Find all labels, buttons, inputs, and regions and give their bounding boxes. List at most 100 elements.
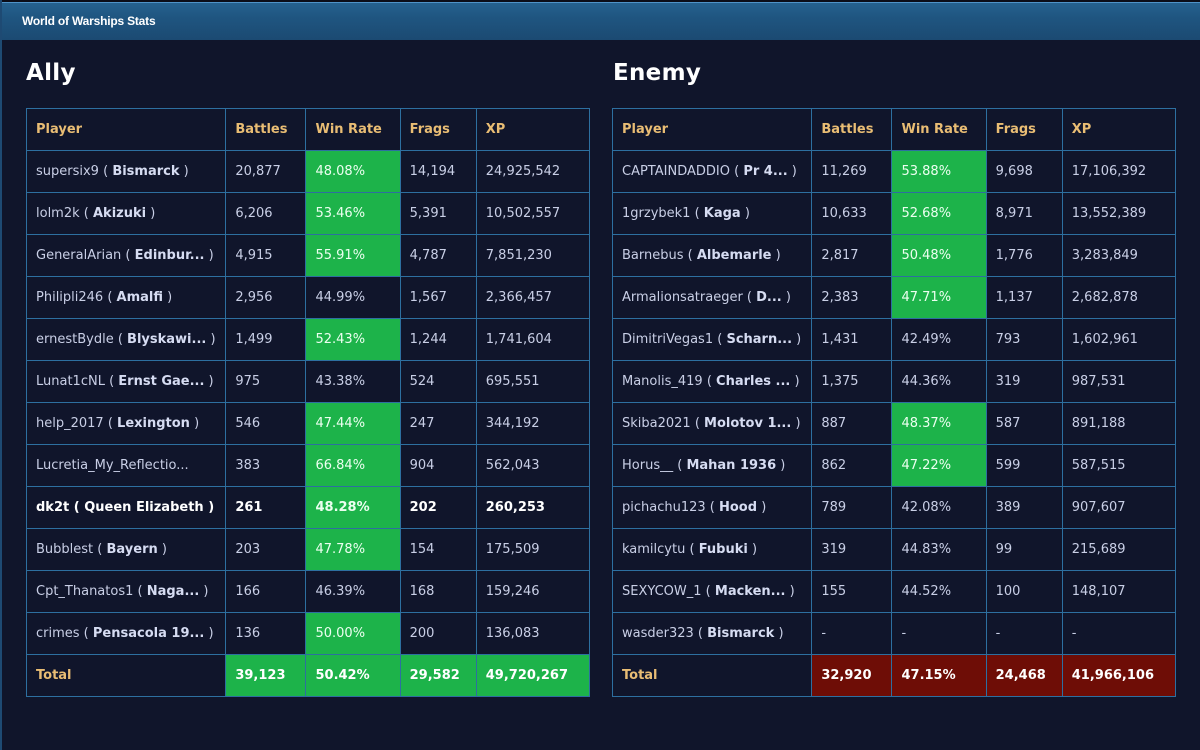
player-row[interactable]: Skiba2021 ( Molotov 1... ) 887 48.37% 587 89…	[611, 402, 1177, 445]
ship-name: Pr 4...	[743, 164, 788, 179]
player-row[interactable]: Bubblest ( Bayern ) 203 47.78% 154 175,509	[25, 528, 591, 571]
player-cell: Barnebus ( Albemarle )	[611, 234, 813, 277]
player-row[interactable]: Horus__ ( Mahan 1936 ) 862 47.22% 599 587,51…	[611, 444, 1177, 487]
player-row[interactable]: Lucretia_My_Reflectio... 383 66.84% 904 562,…	[25, 444, 591, 487]
ship-paren-close: )	[757, 500, 767, 515]
frags-cell: 168	[399, 570, 477, 613]
column-header-battles[interactable]: Battles	[811, 108, 893, 151]
player-row[interactable]: wasder323 ( Bismarck ) - - - -	[611, 612, 1177, 655]
battles-cell: 2,817	[811, 234, 893, 277]
player-cell: CAPTAINDADDIO ( Pr 4... )	[611, 150, 813, 193]
player-row[interactable]: Cpt_Thanatos1 ( Naga... ) 166 46.39% 168 159…	[25, 570, 591, 613]
player-cell: Skiba2021 ( Molotov 1... )	[611, 402, 813, 445]
player-cell: Cpt_Thanatos1 ( Naga... )	[25, 570, 227, 613]
player-row[interactable]: help_2017 ( Lexington ) 546 47.44% 247 344,1…	[25, 402, 591, 445]
player-row[interactable]: CAPTAINDADDIO ( Pr 4... ) 11,269 53.88% 9,6…	[611, 150, 1177, 193]
enemy-section-title: Enemy	[613, 60, 702, 86]
ship-paren-close: )	[771, 248, 781, 263]
ship-name: Albemarle	[696, 248, 772, 263]
player-row[interactable]: supersix9 ( Bismarck ) 20,877 48.08% 14,194…	[25, 150, 591, 193]
battles-cell: 789	[811, 486, 893, 529]
title-bar[interactable]: World of Warships Stats	[2, 2, 1200, 40]
battles-cell: 10,633	[811, 192, 893, 235]
win-rate-cell: 47.71%	[891, 276, 987, 319]
xp-cell: 344,192	[475, 402, 591, 445]
player-row[interactable]: Armalionsatraeger ( D... ) 2,383 47.71% 1,1…	[611, 276, 1177, 319]
ship-name: Pensacola 19...	[92, 626, 205, 641]
player-name: crimes	[36, 626, 80, 641]
player-name: help_2017	[36, 416, 104, 431]
frags-cell: 1,137	[985, 276, 1063, 319]
column-header-frags[interactable]: Frags	[985, 108, 1063, 151]
player-cell: Manolis_419 ( Charles ... )	[611, 360, 813, 403]
player-row[interactable]: GeneralArian ( Edinbur... ) 4,915 55.91% 4,…	[25, 234, 591, 277]
player-row[interactable]: Barnebus ( Albemarle ) 2,817 50.48% 1,776 3,…	[611, 234, 1177, 277]
ship-paren-open: (	[729, 164, 744, 179]
xp-cell: 1,602,961	[1061, 318, 1177, 361]
column-header-player[interactable]: Player	[611, 108, 813, 151]
total-battles: 32,920	[811, 654, 893, 697]
player-cell: Lucretia_My_Reflectio...	[25, 444, 227, 487]
win-rate-cell: 48.37%	[891, 402, 987, 445]
player-name: supersix9	[36, 164, 99, 179]
win-rate-cell: 44.52%	[891, 570, 987, 613]
xp-cell: 3,283,849	[1061, 234, 1177, 277]
ship-paren-open: (	[113, 332, 128, 347]
column-header-xp[interactable]: XP	[475, 108, 591, 151]
ship-name: Fubuki	[698, 542, 748, 557]
battles-cell: 166	[225, 570, 307, 613]
ship-paren-close: )	[204, 248, 214, 263]
player-row[interactable]: Lunat1cNL ( Ernst Gae... ) 975 43.38% 524 69…	[25, 360, 591, 403]
ship-paren-close: )	[740, 206, 750, 221]
player-name: GeneralArian	[36, 248, 122, 263]
player-cell: Philipli246 ( Amalfi )	[25, 276, 227, 319]
xp-cell: 987,531	[1061, 360, 1177, 403]
player-row[interactable]: kamilcytu ( Fubuki ) 319 44.83% 99 215,689	[611, 528, 1177, 571]
ship-paren-close: )	[199, 584, 209, 599]
battles-cell: 155	[811, 570, 893, 613]
frags-cell: 100	[985, 570, 1063, 613]
ship-paren-close: )	[157, 542, 167, 557]
column-header-xp[interactable]: XP	[1061, 108, 1177, 151]
ship-paren-open: (	[693, 626, 708, 641]
player-row[interactable]: 1grzybek1 ( Kaga ) 10,633 52.68% 8,971 13,55…	[611, 192, 1177, 235]
player-row[interactable]: dk2t ( Queen Elizabeth ) 261 48.28% 202 260,…	[25, 486, 591, 529]
player-cell: Lunat1cNL ( Ernst Gae... )	[25, 360, 227, 403]
ship-paren-open: (	[673, 458, 687, 473]
player-name: Bubblest	[36, 542, 94, 557]
player-row[interactable]: lolm2k ( Akizuki ) 6,206 53.46% 5,391 10,502…	[25, 192, 591, 235]
ship-paren-open: (	[702, 374, 717, 389]
column-header-battles[interactable]: Battles	[225, 108, 307, 151]
player-row[interactable]: Philipli246 ( Amalfi ) 2,956 44.99% 1,567 2,…	[25, 276, 591, 319]
ship-paren-open: (	[104, 374, 119, 389]
player-row[interactable]: ernestBydle ( Blyskawi... ) 1,499 52.43% 1,…	[25, 318, 591, 361]
ship-paren-open: (	[69, 500, 85, 515]
ship-paren-open: (	[683, 248, 697, 263]
ally-stats-table: Player Battles Win Rate Frags XP supersi…	[25, 108, 591, 697]
ship-paren-open: (	[705, 500, 719, 515]
column-header-frags[interactable]: Frags	[399, 108, 477, 151]
win-rate-cell: 52.43%	[305, 318, 401, 361]
battles-cell: 1,431	[811, 318, 893, 361]
player-row[interactable]: SEXYCOW_1 ( Macken... ) 155 44.52% 100 148,1…	[611, 570, 1177, 613]
column-header-win-rate[interactable]: Win Rate	[305, 108, 401, 151]
ship-paren-close: )	[790, 374, 800, 389]
xp-cell: 587,515	[1061, 444, 1177, 487]
column-header-player[interactable]: Player	[25, 108, 227, 151]
ship-name: Molotov 1...	[704, 416, 792, 431]
player-row[interactable]: crimes ( Pensacola 19... ) 136 50.00% 200 13…	[25, 612, 591, 655]
win-rate-cell: 42.08%	[891, 486, 987, 529]
player-row[interactable]: Manolis_419 ( Charles ... ) 1,375 44.36% 31…	[611, 360, 1177, 403]
player-row[interactable]: DimitriVegas1 ( Scharn... ) 1,431 42.49% 79…	[611, 318, 1177, 361]
battles-cell: 383	[225, 444, 307, 487]
frags-cell: 319	[985, 360, 1063, 403]
win-rate-cell: 47.78%	[305, 528, 401, 571]
total-frags: 29,582	[399, 654, 477, 697]
battles-cell: 887	[811, 402, 893, 445]
player-cell: kamilcytu ( Fubuki )	[611, 528, 813, 571]
player-name: Cpt_Thanatos1	[36, 584, 134, 599]
player-row[interactable]: pichachu123 ( Hood ) 789 42.08% 389 907,607	[611, 486, 1177, 529]
win-rate-cell: 46.39%	[305, 570, 401, 613]
player-name: Philipli246	[36, 290, 104, 305]
column-header-win-rate[interactable]: Win Rate	[891, 108, 987, 151]
